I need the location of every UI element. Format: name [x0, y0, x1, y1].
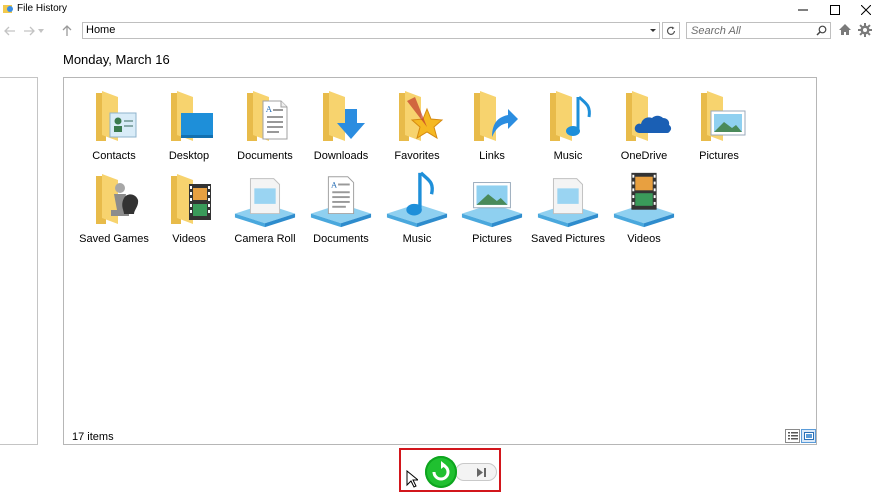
item-count-status: 17 items: [72, 431, 114, 443]
desktop-folder-icon: [171, 91, 213, 141]
previous-backup-panel[interactable]: [0, 77, 38, 445]
list-item-contacts[interactable]: Contacts: [76, 86, 152, 166]
svg-text:A: A: [330, 180, 337, 189]
onedrive-folder-icon: [626, 91, 672, 141]
gear-icon: [858, 23, 872, 37]
links-folder-icon: [474, 91, 518, 141]
back-button[interactable]: [3, 24, 17, 38]
search-input[interactable]: [687, 23, 815, 38]
up-button[interactable]: [60, 24, 74, 38]
list-item-documents[interactable]: A Documents: [227, 86, 303, 166]
list-item-onedrive[interactable]: OneDrive: [606, 86, 682, 166]
list-item-links[interactable]: Links: [454, 86, 530, 166]
list-item-saved-pictures[interactable]: Saved Pictures: [530, 169, 606, 249]
forward-button[interactable]: [22, 24, 36, 38]
contacts-folder-icon: [96, 91, 137, 141]
forward-arrow-icon: [24, 26, 35, 36]
address-dropdown-icon[interactable]: [649, 26, 657, 34]
camera-roll-library-icon: [234, 178, 296, 228]
list-item-favorites[interactable]: Favorites: [379, 86, 455, 166]
documents-library-icon: A: [310, 176, 372, 228]
next-version-button[interactable]: [455, 463, 497, 481]
file-history-app-icon: [3, 5, 13, 13]
list-item-pictures-library[interactable]: Pictures: [454, 169, 530, 249]
list-item-saved-games[interactable]: Saved Games: [76, 169, 152, 249]
details-view-button[interactable]: [785, 429, 800, 443]
address-text: Home: [86, 24, 116, 36]
list-item-desktop[interactable]: Desktop: [151, 86, 227, 166]
list-item-videos-library[interactable]: Videos: [606, 169, 682, 249]
search-icon[interactable]: [816, 25, 827, 36]
music-folder-icon: [550, 91, 591, 141]
settings-button[interactable]: [858, 23, 872, 40]
maximize-icon: [830, 5, 840, 15]
up-arrow-icon: [62, 25, 72, 36]
search-box[interactable]: [686, 22, 831, 39]
large-icons-view-button[interactable]: [801, 429, 816, 443]
close-icon: [861, 5, 871, 15]
refresh-icon: [666, 26, 676, 35]
downloads-folder-icon: [323, 91, 365, 141]
skip-next-icon: [477, 467, 486, 477]
favorites-folder-icon: [399, 91, 444, 141]
pictures-folder-icon: [701, 91, 746, 141]
restore-button[interactable]: [425, 456, 457, 488]
details-view-icon: [787, 432, 798, 440]
list-item-music-library[interactable]: Music: [379, 169, 455, 249]
title-bar: File History: [0, 0, 881, 20]
list-item-camera-roll[interactable]: Camera Roll: [227, 169, 303, 249]
saved-pictures-library-icon: [537, 178, 599, 228]
list-item-downloads[interactable]: Downloads: [303, 86, 379, 166]
svg-text:A: A: [265, 105, 272, 114]
videos-library-icon: [613, 172, 675, 228]
back-arrow-icon: [4, 26, 15, 36]
list-item-documents-library[interactable]: A Documents: [303, 169, 379, 249]
minimize-button[interactable]: [788, 0, 818, 20]
music-library-icon: [386, 171, 448, 228]
home-icon: [839, 24, 851, 35]
window-title: File History: [17, 3, 68, 14]
pictures-library-icon: [461, 182, 523, 228]
backup-date-label: Monday, March 16: [63, 52, 170, 67]
videos-folder-icon: [171, 174, 211, 224]
recent-locations-button[interactable]: [36, 24, 46, 38]
list-item-pictures[interactable]: Pictures: [681, 86, 757, 166]
list-item-music[interactable]: Music: [530, 86, 606, 166]
refresh-button[interactable]: [662, 22, 680, 39]
large-icons-view-icon: [803, 432, 814, 440]
maximize-button[interactable]: [820, 0, 850, 20]
saved-games-folder-icon: [96, 174, 139, 224]
address-bar[interactable]: Home: [82, 22, 660, 39]
chevron-down-icon: [38, 29, 44, 33]
home-button[interactable]: [838, 23, 852, 39]
restore-icon: [432, 461, 450, 481]
file-list-panel: Contacts Desktop A Documents Downloads F…: [63, 77, 817, 445]
minimize-icon: [798, 9, 808, 11]
list-item-videos[interactable]: Videos: [151, 169, 227, 249]
close-button[interactable]: [851, 0, 881, 20]
mouse-cursor-icon: [406, 470, 418, 488]
file-history-window: File History Home Search All Monday, Mar…: [0, 0, 881, 497]
documents-folder-icon: A: [247, 91, 288, 141]
